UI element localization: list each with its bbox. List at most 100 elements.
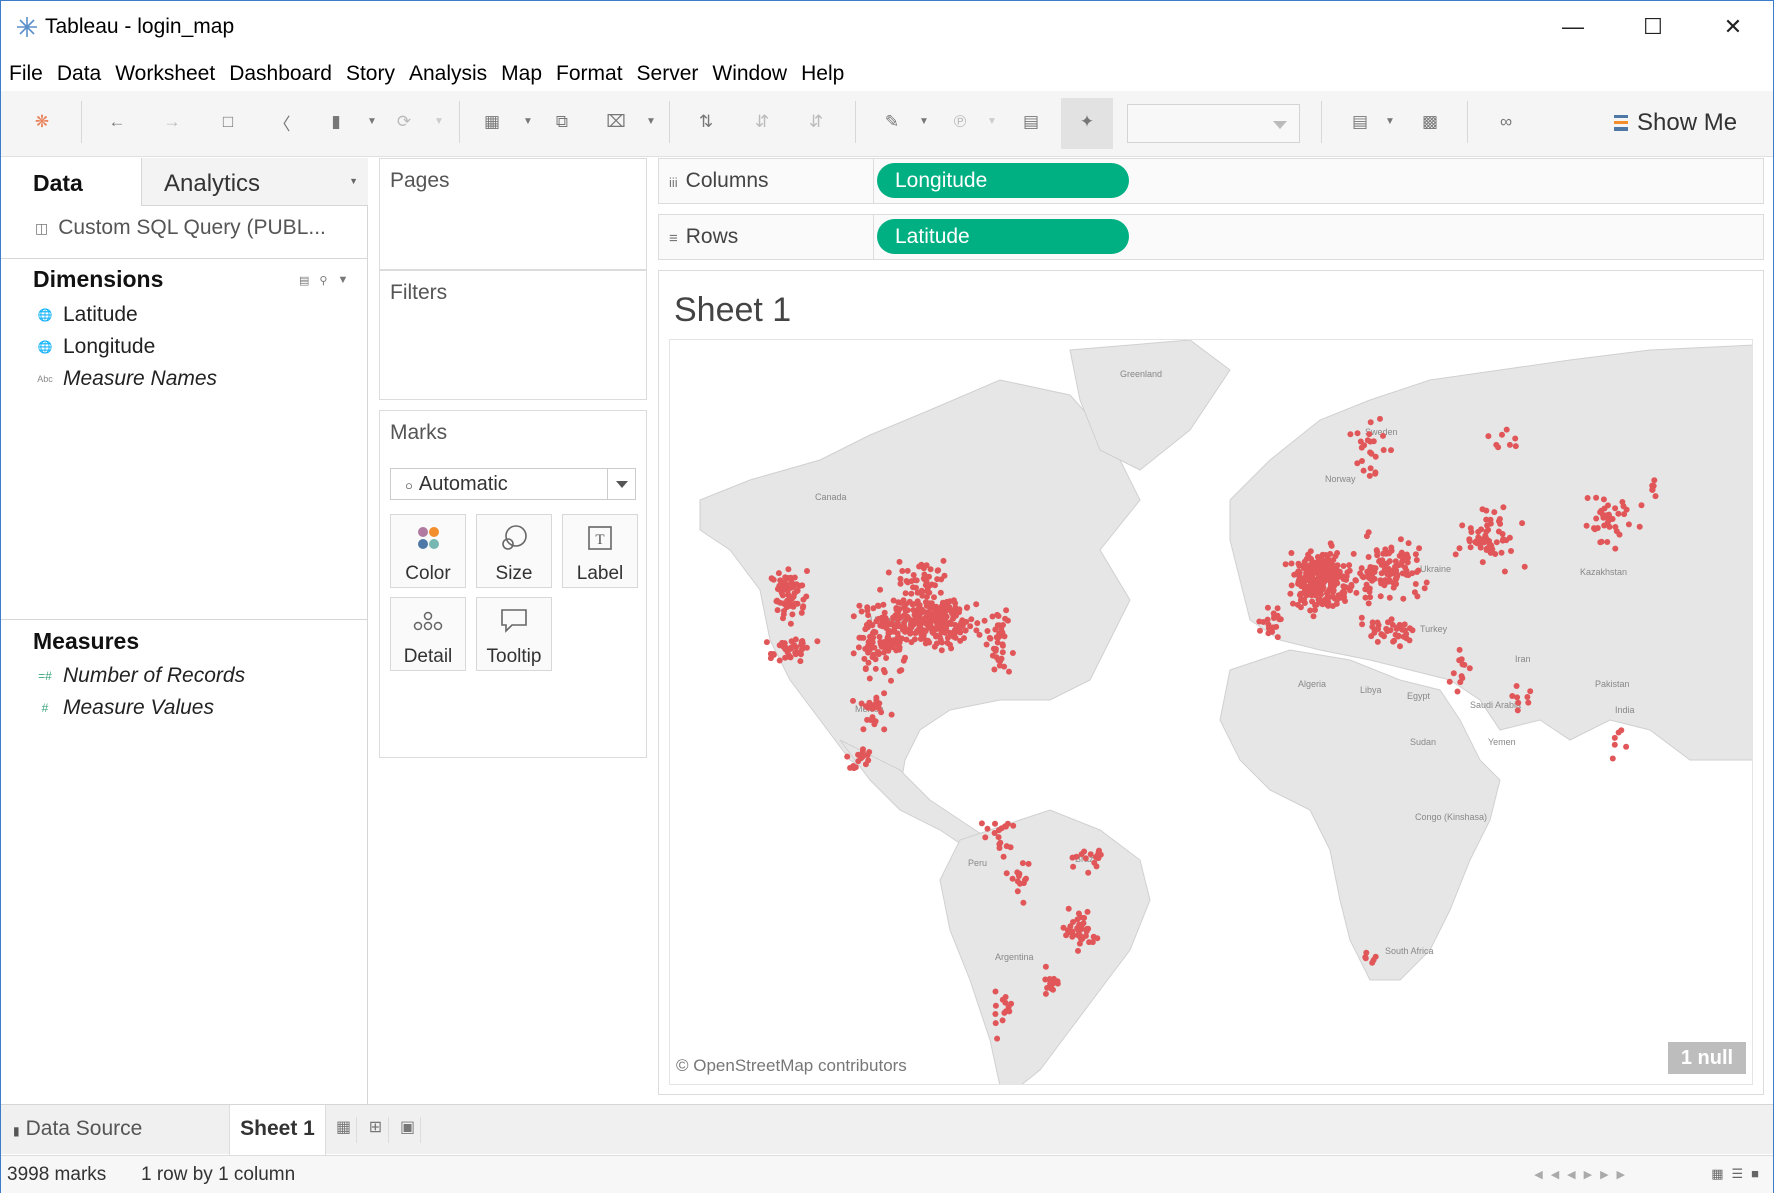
login-mark[interactable]: [1652, 493, 1659, 500]
login-mark[interactable]: [1392, 631, 1399, 638]
login-mark[interactable]: [780, 600, 787, 607]
login-mark[interactable]: [908, 590, 915, 597]
login-mark[interactable]: [1380, 447, 1387, 453]
group-members-icon[interactable]: ℗: [947, 109, 973, 135]
login-mark[interactable]: [782, 644, 789, 650]
login-mark[interactable]: [962, 627, 969, 634]
login-mark[interactable]: [908, 639, 915, 646]
login-mark[interactable]: [1612, 524, 1619, 530]
login-mark[interactable]: [1467, 544, 1474, 551]
login-mark[interactable]: [976, 631, 983, 638]
login-mark[interactable]: [1365, 600, 1372, 607]
login-mark[interactable]: [1403, 571, 1410, 578]
login-mark[interactable]: [883, 655, 890, 661]
login-mark[interactable]: [867, 642, 874, 649]
detail-button[interactable]: Detail: [390, 597, 466, 671]
login-mark[interactable]: [1611, 741, 1618, 748]
login-mark[interactable]: [999, 642, 1006, 649]
login-mark[interactable]: [1618, 727, 1625, 734]
login-mark[interactable]: [946, 598, 953, 605]
login-mark[interactable]: [878, 709, 885, 716]
login-mark[interactable]: [1000, 853, 1007, 860]
login-mark[interactable]: [1333, 563, 1340, 570]
login-mark[interactable]: [1320, 560, 1327, 567]
login-mark[interactable]: [1397, 643, 1403, 650]
login-mark[interactable]: [789, 611, 796, 618]
login-mark[interactable]: [1297, 590, 1304, 597]
login-mark[interactable]: [1347, 431, 1354, 438]
login-mark[interactable]: [921, 571, 928, 578]
login-mark[interactable]: [1458, 656, 1465, 663]
map-attribution[interactable]: © OpenStreetMap contributors: [676, 1056, 907, 1076]
login-mark[interactable]: [984, 825, 991, 832]
login-mark[interactable]: [940, 557, 947, 564]
login-mark[interactable]: [1612, 545, 1619, 552]
login-mark[interactable]: [963, 618, 970, 625]
login-mark[interactable]: [872, 656, 879, 663]
login-mark[interactable]: [1382, 561, 1389, 568]
login-mark[interactable]: [942, 626, 949, 633]
login-mark[interactable]: [876, 633, 883, 640]
login-mark[interactable]: [866, 619, 873, 626]
login-mark[interactable]: [1006, 1008, 1013, 1015]
login-mark[interactable]: [1388, 447, 1394, 454]
login-mark[interactable]: [894, 620, 901, 627]
login-mark[interactable]: [896, 668, 903, 674]
field-measure-names[interactable]: Abc Measure Names: [35, 367, 217, 391]
login-mark[interactable]: [1508, 548, 1514, 554]
login-mark[interactable]: [1312, 576, 1319, 583]
login-mark[interactable]: [1042, 990, 1049, 997]
login-mark[interactable]: [1390, 638, 1397, 645]
login-mark[interactable]: [983, 641, 990, 648]
login-mark[interactable]: [994, 1035, 1001, 1042]
tableau-start-icon[interactable]: ❋: [29, 109, 55, 135]
login-mark[interactable]: [1075, 947, 1081, 954]
login-mark[interactable]: [1312, 591, 1319, 598]
login-mark[interactable]: [858, 608, 865, 615]
longitude-pill[interactable]: Longitude: [877, 163, 1129, 198]
login-mark[interactable]: [1393, 625, 1400, 632]
login-mark[interactable]: [1301, 558, 1308, 565]
login-mark[interactable]: [1493, 441, 1500, 448]
login-mark[interactable]: [1584, 495, 1591, 501]
login-mark[interactable]: [944, 634, 951, 641]
login-mark[interactable]: [798, 641, 805, 648]
login-mark[interactable]: [1512, 443, 1519, 450]
login-mark[interactable]: [1369, 567, 1376, 574]
login-mark[interactable]: [992, 1020, 999, 1027]
login-mark[interactable]: [1621, 511, 1628, 518]
login-mark[interactable]: [1456, 646, 1463, 653]
login-mark[interactable]: [952, 604, 959, 611]
login-mark[interactable]: [1312, 607, 1318, 613]
login-mark[interactable]: [1593, 494, 1600, 501]
login-mark[interactable]: [785, 566, 792, 573]
login-mark[interactable]: [964, 604, 971, 611]
login-mark[interactable]: [1509, 693, 1516, 699]
login-mark[interactable]: [1525, 699, 1532, 706]
login-mark[interactable]: [1401, 621, 1408, 628]
login-mark[interactable]: [865, 659, 872, 666]
login-mark[interactable]: [1081, 848, 1088, 855]
login-mark[interactable]: [1456, 545, 1463, 552]
login-mark[interactable]: [1017, 880, 1023, 887]
login-mark[interactable]: [799, 604, 806, 611]
new-story-icon[interactable]: ▣: [395, 1117, 421, 1143]
login-mark[interactable]: [1409, 570, 1416, 577]
login-mark[interactable]: [927, 566, 934, 573]
login-mark[interactable]: [1466, 536, 1473, 543]
login-mark[interactable]: [1362, 955, 1369, 962]
login-mark[interactable]: [870, 634, 877, 641]
login-mark[interactable]: [1450, 670, 1457, 677]
field-number-of-records[interactable]: =# Number of Records: [35, 664, 245, 688]
login-mark[interactable]: [859, 748, 866, 755]
login-mark[interactable]: [884, 634, 891, 641]
login-mark[interactable]: [1503, 426, 1510, 433]
login-mark[interactable]: [938, 647, 945, 654]
login-mark[interactable]: [1367, 419, 1374, 426]
login-mark[interactable]: [1499, 531, 1506, 537]
login-mark[interactable]: [1367, 465, 1374, 472]
login-mark[interactable]: [1583, 522, 1590, 529]
login-mark[interactable]: [984, 628, 991, 634]
login-mark[interactable]: [907, 630, 914, 636]
login-mark[interactable]: [1288, 560, 1295, 567]
